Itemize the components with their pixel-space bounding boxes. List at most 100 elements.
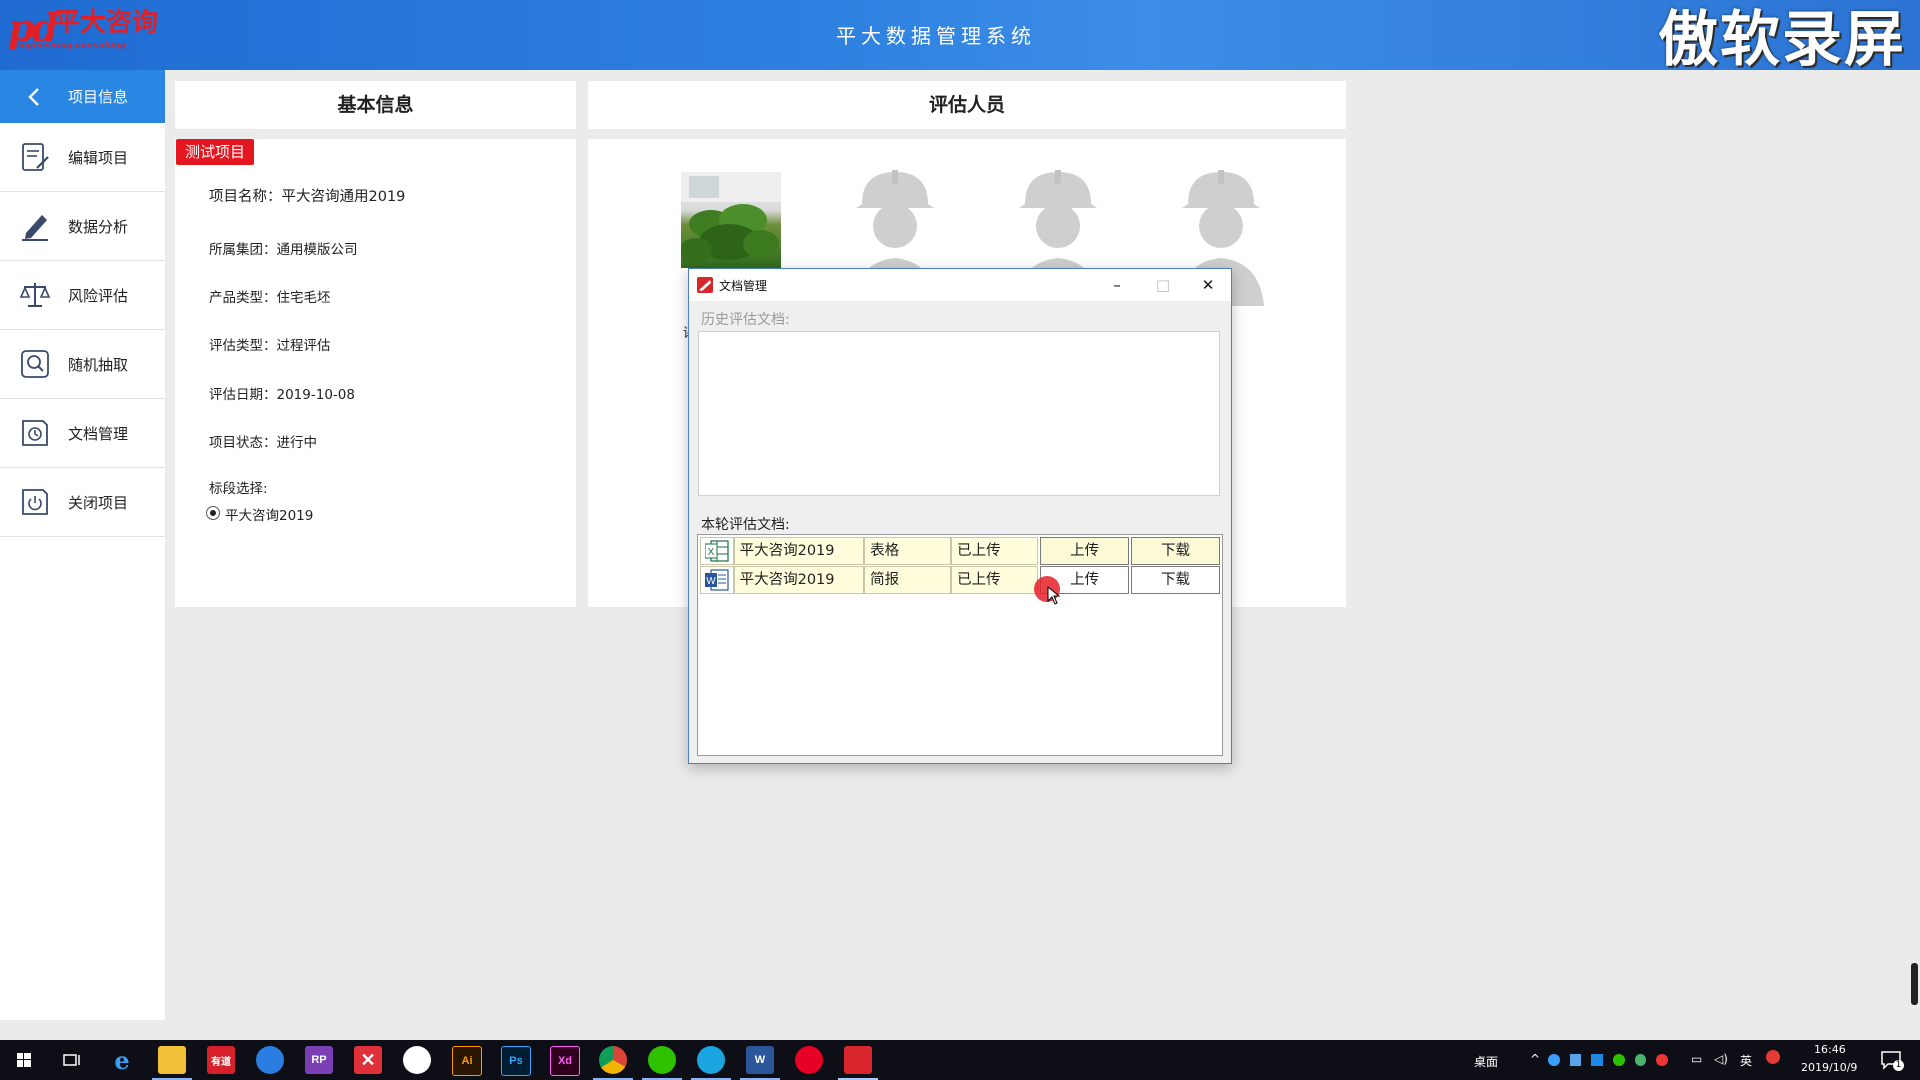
task-view-icon[interactable] — [58, 1046, 86, 1074]
scale-icon — [18, 278, 52, 312]
sidebar-item-random-sampling[interactable]: 随机抽取 — [0, 330, 165, 399]
ime-indicator[interactable]: 英 — [1740, 1052, 1752, 1069]
windows-start-icon[interactable] — [10, 1046, 38, 1074]
svg-text:W: W — [706, 576, 716, 587]
axure-rp-icon[interactable]: RP — [305, 1046, 333, 1074]
xmind-icon[interactable]: ✕ — [354, 1046, 382, 1074]
history-docs-label: 历史评估文档: — [701, 312, 790, 328]
document-name: 平大咨询2019 — [733, 537, 865, 565]
document-status: 已上传 — [951, 566, 1039, 594]
current-docs-label: 本轮评估文档: — [701, 517, 790, 533]
document-type: 简报 — [864, 566, 952, 594]
clock-date[interactable]: 2019/10/9 — [1801, 1061, 1857, 1074]
sidebar-item-label: 编辑项目 — [68, 148, 129, 167]
word-file-icon: W — [700, 566, 734, 594]
section-radio-label[interactable]: 平大咨询2019 — [225, 504, 313, 524]
sidebar-item-data-analysis[interactable]: 数据分析 — [0, 192, 165, 261]
sidebar-item-label: 项目信息 — [68, 88, 129, 106]
close-button[interactable]: ✕ — [1186, 271, 1230, 299]
tray-app-icon[interactable] — [1569, 1054, 1582, 1066]
sidebar-item-label: 关闭项目 — [68, 493, 129, 512]
excel-file-icon: X — [700, 537, 734, 565]
clock-time[interactable]: 16:46 — [1814, 1043, 1846, 1056]
test-project-badge: 测试项目 — [176, 139, 255, 165]
app-icon — [697, 277, 713, 293]
tray-app-icon[interactable] — [1634, 1054, 1647, 1066]
evaluator-avatar-photo[interactable] — [681, 172, 781, 268]
mouse-cursor-icon — [1047, 586, 1061, 605]
tray-app-icon[interactable] — [1656, 1054, 1669, 1066]
document-row: W 平大咨询2019 简报 已上传 上传 下载 — [700, 566, 1220, 594]
netease-music-icon[interactable] — [795, 1046, 823, 1074]
sogou-input-icon[interactable] — [1766, 1050, 1780, 1064]
document-name: 平大咨询2019 — [733, 566, 865, 594]
word-icon[interactable]: W — [746, 1046, 774, 1074]
basic-info-panel — [175, 139, 576, 607]
volume-icon[interactable]: ◁) — [1714, 1052, 1728, 1066]
document-management-dialog: 文档管理 – □ ✕ 历史评估文档: 本轮评估文档: X 平大咨询2019 表格… — [688, 268, 1232, 764]
product-type-field: 产品类型：住宅毛坯 — [209, 290, 331, 306]
project-name-field: 项目名称：平大咨询通用2019 — [209, 189, 406, 205]
tray-app-icon[interactable] — [1548, 1054, 1560, 1066]
group-field: 所属集团：通用模版公司 — [209, 242, 358, 258]
upload-button[interactable]: 上传 — [1040, 537, 1130, 565]
sidebar-item-project-info[interactable]: 项目信息 — [0, 70, 165, 123]
network-icon[interactable]: ▭ — [1691, 1052, 1702, 1066]
qq-browser-icon[interactable] — [256, 1046, 284, 1074]
project-status-field: 项目状态：进行中 — [209, 435, 317, 451]
youdao-icon[interactable]: 有道 — [207, 1046, 235, 1074]
photoshop-icon[interactable]: Ps — [501, 1046, 531, 1076]
document-row: X 平大咨询2019 表格 已上传 上传 下载 — [700, 537, 1220, 565]
adobe-xd-icon[interactable]: Xd — [550, 1046, 580, 1076]
evaluators-heading: 评估人员 — [588, 81, 1346, 129]
download-button[interactable]: 下载 — [1131, 537, 1220, 565]
app-title: 平大数据管理系统 — [836, 24, 1036, 48]
sidebar-item-close-project[interactable]: 关闭项目 — [0, 468, 165, 537]
sidebar: 项目信息 编辑项目 数据分析 风险评估 随机抽取 文档管理 关闭项目 — [0, 70, 165, 1020]
desktop-label[interactable]: 桌面 — [1474, 1053, 1498, 1070]
sidebar-item-label: 数据分析 — [68, 217, 129, 236]
edit-document-icon — [18, 140, 52, 174]
contacts-icon[interactable] — [697, 1046, 725, 1074]
scrollbar-handle[interactable] — [1911, 963, 1918, 1005]
dialog-titlebar[interactable]: 文档管理 – □ ✕ — [689, 269, 1231, 301]
app-header: pd 平大咨询 engineering consulting 平大数据管理系统 … — [0, 0, 1920, 74]
pencil-icon — [18, 209, 52, 243]
dialog-title: 文档管理 — [719, 279, 768, 293]
edge-icon[interactable]: e — [108, 1046, 136, 1075]
document-status: 已上传 — [951, 537, 1039, 565]
baidu-netdisk-icon[interactable] — [403, 1046, 431, 1074]
sidebar-item-risk-assessment[interactable]: 风险评估 — [0, 261, 165, 330]
tray-overflow-icon[interactable]: ^ — [1530, 1052, 1540, 1066]
pd-app-icon[interactable] — [844, 1046, 872, 1074]
tray-app-icon[interactable] — [1613, 1054, 1625, 1066]
dialog-body: 历史评估文档: 本轮评估文档: X 平大咨询2019 表格 已上传 上传 下载 … — [689, 301, 1231, 763]
download-button[interactable]: 下载 — [1131, 566, 1220, 594]
tray-app-icon[interactable] — [1591, 1054, 1604, 1066]
sidebar-item-label: 随机抽取 — [68, 355, 129, 374]
power-icon — [18, 485, 52, 519]
document-type: 表格 — [864, 537, 952, 565]
windows-taskbar: e 有道 RP ✕ Ai Ps Xd W 桌面 ^ ▭ ◁) 英 16:46 2… — [0, 1040, 1920, 1080]
sidebar-item-label: 风险评估 — [68, 286, 129, 305]
evaluation-type-field: 评估类型：过程评估 — [209, 338, 331, 354]
section-radio-button[interactable] — [206, 506, 220, 520]
illustrator-icon[interactable]: Ai — [452, 1046, 482, 1076]
clock-document-icon — [18, 416, 52, 450]
notification-count-badge: 1 — [1893, 1060, 1904, 1071]
back-arrow-icon — [18, 80, 52, 114]
minimize-button[interactable]: – — [1095, 271, 1139, 299]
sidebar-item-edit-project[interactable]: 编辑项目 — [0, 123, 165, 192]
sidebar-item-document-management[interactable]: 文档管理 — [0, 399, 165, 468]
wechat-icon[interactable] — [648, 1046, 676, 1074]
evaluation-date-field: 评估日期：2019-10-08 — [209, 387, 355, 403]
tray-icons[interactable] — [1548, 1054, 1669, 1068]
basic-info-heading: 基本信息 — [175, 81, 576, 129]
svg-text:X: X — [707, 547, 714, 558]
chrome-icon[interactable] — [599, 1046, 627, 1074]
maximize-button[interactable]: □ — [1141, 271, 1185, 299]
history-docs-list[interactable] — [698, 331, 1220, 496]
file-explorer-icon[interactable] — [158, 1046, 186, 1074]
current-docs-list: X 平大咨询2019 表格 已上传 上传 下载 W 平大咨询2019 简报 已上… — [697, 534, 1223, 756]
recorder-watermark: 傲软录屏 — [1658, 5, 1906, 75]
